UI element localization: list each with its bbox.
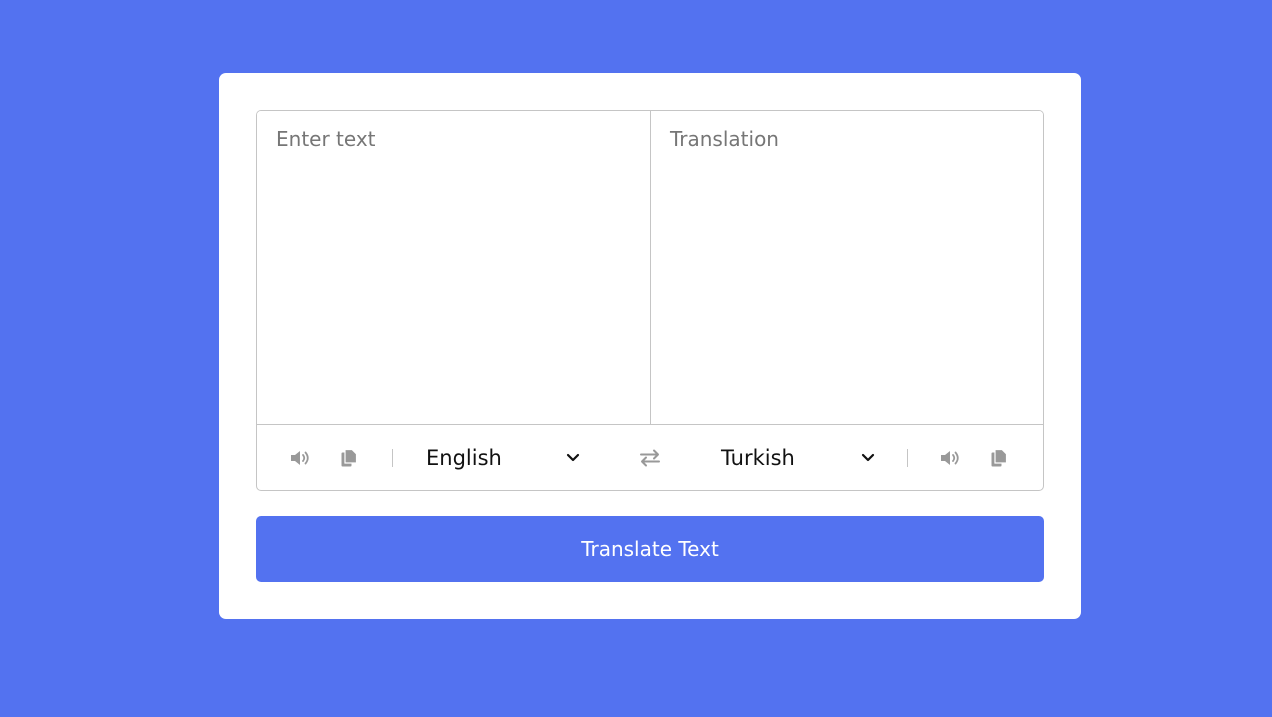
controls-bar: English Turkish <box>257 425 1043 490</box>
target-language-label: Turkish <box>721 445 795 470</box>
chevron-down-icon <box>566 448 580 467</box>
source-language-select[interactable]: English <box>426 425 580 490</box>
source-text-input[interactable] <box>257 111 650 424</box>
target-language-select[interactable]: Turkish <box>721 425 875 490</box>
divider <box>392 449 393 467</box>
exchange-icon[interactable] <box>637 425 663 490</box>
translator-card: English Turkish <box>219 73 1081 619</box>
translate-button[interactable]: Translate Text <box>256 516 1044 582</box>
source-copy-icon[interactable] <box>339 425 359 490</box>
translation-output[interactable] <box>650 111 1043 424</box>
chevron-down-icon <box>861 448 875 467</box>
divider <box>907 449 908 467</box>
source-language-label: English <box>426 445 502 470</box>
translate-button-label: Translate Text <box>581 537 719 561</box>
source-volume-icon[interactable] <box>288 425 314 490</box>
target-copy-icon[interactable] <box>989 425 1009 490</box>
text-area-row <box>257 111 1043 425</box>
translation-box: English Turkish <box>256 110 1044 491</box>
target-volume-icon[interactable] <box>938 425 964 490</box>
